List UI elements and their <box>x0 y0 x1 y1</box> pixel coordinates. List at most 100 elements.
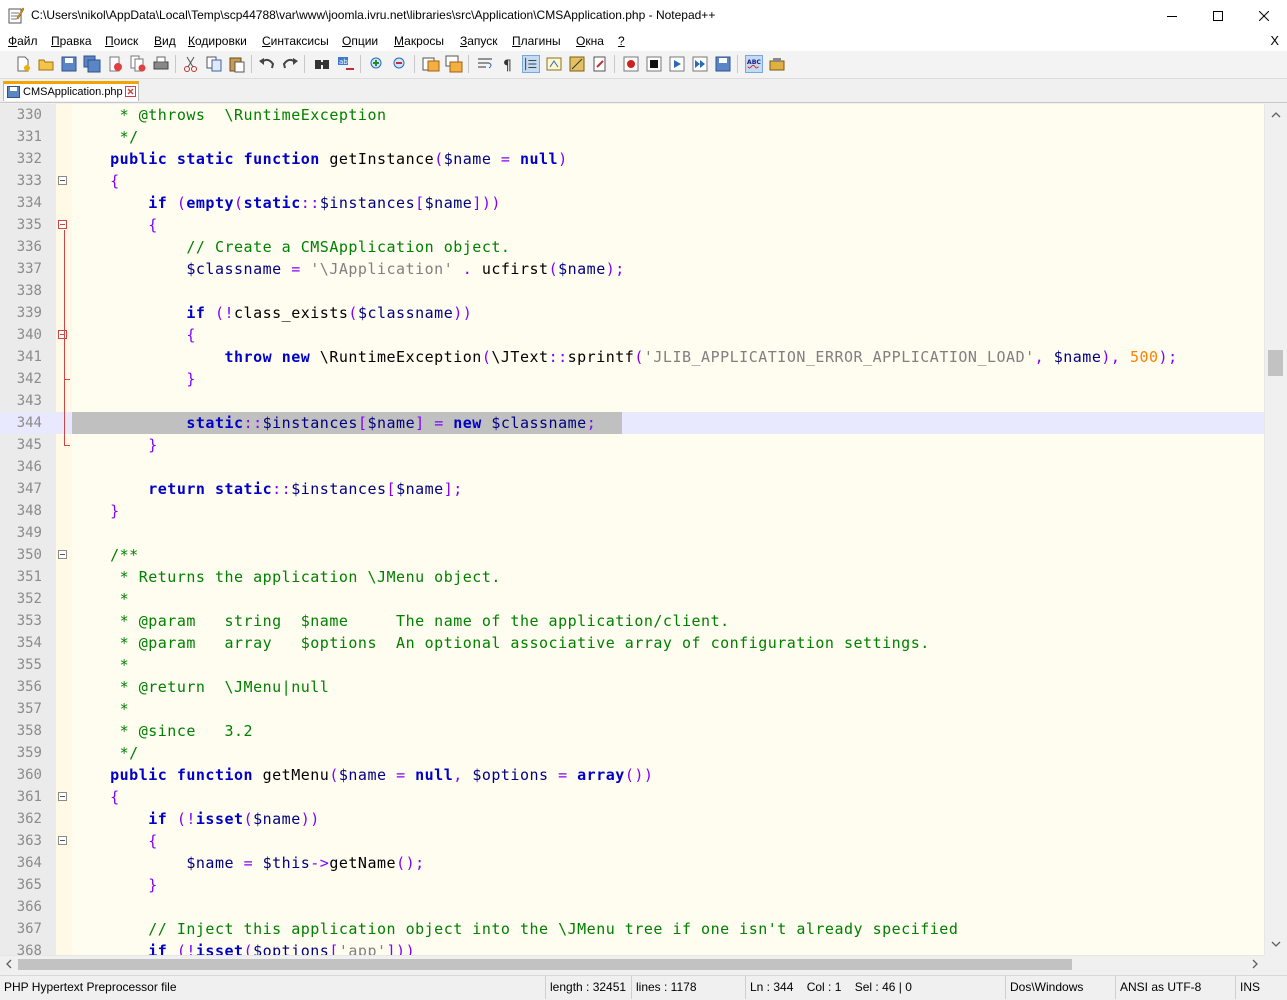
code-line[interactable]: 343 <box>0 390 1264 412</box>
code-line[interactable]: 332 public static function getInstance($… <box>0 148 1264 170</box>
menu-encoding[interactable]: Кодировки <box>188 34 247 48</box>
fold-toggle-icon[interactable] <box>58 330 67 339</box>
code-line[interactable]: 341 throw new \RuntimeException(\JText::… <box>0 346 1264 368</box>
scroll-right-icon[interactable] <box>1250 959 1260 969</box>
code-line[interactable]: 334 if (empty(static::$instances[$name])… <box>0 192 1264 214</box>
code-line[interactable]: 333 { <box>0 170 1264 192</box>
menu-help[interactable]: ? <box>618 34 625 48</box>
code-line[interactable]: 342 } <box>0 368 1264 390</box>
fold-toggle-icon[interactable] <box>58 176 67 185</box>
code-line[interactable]: 359 */ <box>0 742 1264 764</box>
minimize-button[interactable] <box>1149 0 1195 31</box>
code-line[interactable]: 358 * @since 3.2 <box>0 720 1264 742</box>
undo-icon[interactable] <box>258 55 276 73</box>
code-line[interactable]: 336 // Create a CMSApplication object. <box>0 236 1264 258</box>
document-map-icon[interactable] <box>591 55 609 73</box>
close-document-x[interactable]: X <box>1270 33 1279 48</box>
code-line[interactable]: 351 * Returns the application \JMenu obj… <box>0 566 1264 588</box>
menu-search[interactable]: Поиск <box>105 34 138 48</box>
menu-window[interactable]: Окна <box>576 34 604 48</box>
menu-run[interactable]: Запуск <box>460 34 498 48</box>
code-line[interactable]: 361 { <box>0 786 1264 808</box>
code-line[interactable]: 362 if (!isset($name)) <box>0 808 1264 830</box>
code-line[interactable]: 355 * <box>0 654 1264 676</box>
menu-view[interactable]: Вид <box>154 34 176 48</box>
code-line[interactable]: 335 { <box>0 214 1264 236</box>
fold-toggle-icon[interactable] <box>58 220 67 229</box>
fold-toggle-icon[interactable] <box>58 836 67 845</box>
menu-plugins[interactable]: Плагины <box>512 34 561 48</box>
menu-macro[interactable]: Макросы <box>394 34 444 48</box>
copy-icon[interactable] <box>205 55 223 73</box>
code-line[interactable]: 346 <box>0 456 1264 478</box>
code-line[interactable]: 352 * <box>0 588 1264 610</box>
fold-toggle-icon[interactable] <box>58 792 67 801</box>
function-list-icon[interactable] <box>545 55 563 73</box>
show-all-chars-icon[interactable]: ¶ <box>499 55 517 73</box>
paste-icon[interactable] <box>228 55 246 73</box>
code-line[interactable]: 353 * @param string $name The name of th… <box>0 610 1264 632</box>
vertical-scrollbar[interactable] <box>1264 104 1287 955</box>
code-line[interactable]: 368 if (!isset($options['app'])) <box>0 940 1264 956</box>
menu-settings[interactable]: Опции <box>342 34 378 48</box>
spell-check-icon[interactable]: ABC <box>745 55 763 73</box>
redo-icon[interactable] <box>281 55 299 73</box>
status-encoding[interactable]: ANSI as UTF-8 <box>1116 976 1236 999</box>
code-line[interactable]: 337 $classname = '\JApplication' . ucfir… <box>0 258 1264 280</box>
scroll-left-icon[interactable] <box>4 959 14 969</box>
cut-icon[interactable] <box>182 55 200 73</box>
menu-file[interactable]: Файл <box>8 34 38 48</box>
word-wrap-icon[interactable] <box>476 55 494 73</box>
code-line[interactable]: 363 { <box>0 830 1264 852</box>
code-line[interactable]: 365 } <box>0 874 1264 896</box>
scroll-down-icon[interactable] <box>1271 939 1281 949</box>
menu-edit[interactable]: Правка <box>51 34 92 48</box>
maximize-button[interactable] <box>1195 0 1241 31</box>
menu-language[interactable]: Синтаксисы <box>262 34 329 48</box>
tab-close-icon[interactable] <box>125 86 136 97</box>
scroll-up-icon[interactable] <box>1271 110 1281 120</box>
code-line[interactable]: 367 // Inject this application object in… <box>0 918 1264 940</box>
plugin-icon[interactable] <box>768 55 786 73</box>
find-icon[interactable] <box>313 55 331 73</box>
code-line[interactable]: 354 * @param array $options An optional … <box>0 632 1264 654</box>
tab-cmsapplication[interactable]: CMSApplication.php <box>3 81 139 101</box>
code-line[interactable]: 340 { <box>0 324 1264 346</box>
run-macro-multiple-icon[interactable] <box>691 55 709 73</box>
sync-vertical-icon[interactable] <box>422 55 440 73</box>
save-all-icon[interactable] <box>83 55 101 73</box>
horizontal-scroll-thumb[interactable] <box>18 959 1072 970</box>
code-line[interactable]: 344 static::$instances[$name] = new $cla… <box>0 412 1264 434</box>
code-line[interactable]: 347 return static::$instances[$name]; <box>0 478 1264 500</box>
save-icon[interactable] <box>60 55 78 73</box>
sync-horizontal-icon[interactable] <box>445 55 463 73</box>
status-insert-mode[interactable]: INS <box>1236 976 1287 999</box>
code-line[interactable]: 360 public function getMenu($name = null… <box>0 764 1264 786</box>
open-file-icon[interactable] <box>37 55 55 73</box>
stop-record-icon[interactable] <box>645 55 663 73</box>
folder-workspace-icon[interactable] <box>568 55 586 73</box>
zoom-in-icon[interactable] <box>368 55 386 73</box>
zoom-out-icon[interactable] <box>391 55 409 73</box>
vertical-scroll-thumb[interactable] <box>1268 350 1283 376</box>
code-line[interactable]: 357 * <box>0 698 1264 720</box>
indent-guide-icon[interactable] <box>522 55 540 73</box>
code-editor[interactable]: 330 * @throws \RuntimeException 331 */332… <box>0 104 1264 955</box>
code-line[interactable]: 345 } <box>0 434 1264 456</box>
code-line[interactable]: 366 <box>0 896 1264 918</box>
code-line[interactable]: 356 * @return \JMenu|null <box>0 676 1264 698</box>
code-line[interactable]: 338 <box>0 280 1264 302</box>
code-line[interactable]: 350 /** <box>0 544 1264 566</box>
fold-toggle-icon[interactable] <box>58 550 67 559</box>
play-macro-icon[interactable] <box>668 55 686 73</box>
status-eol[interactable]: Dos\Windows <box>1006 976 1116 999</box>
code-line[interactable]: 339 if (!class_exists($classname)) <box>0 302 1264 324</box>
replace-icon[interactable]: ab <box>337 55 355 73</box>
horizontal-scrollbar[interactable] <box>0 955 1264 972</box>
code-line[interactable]: 331 */ <box>0 126 1264 148</box>
close-all-icon[interactable] <box>129 55 147 73</box>
print-icon[interactable] <box>152 55 170 73</box>
code-line[interactable]: 364 $name = $this->getName(); <box>0 852 1264 874</box>
new-file-icon[interactable] <box>14 55 32 73</box>
code-line[interactable]: 348 } <box>0 500 1264 522</box>
